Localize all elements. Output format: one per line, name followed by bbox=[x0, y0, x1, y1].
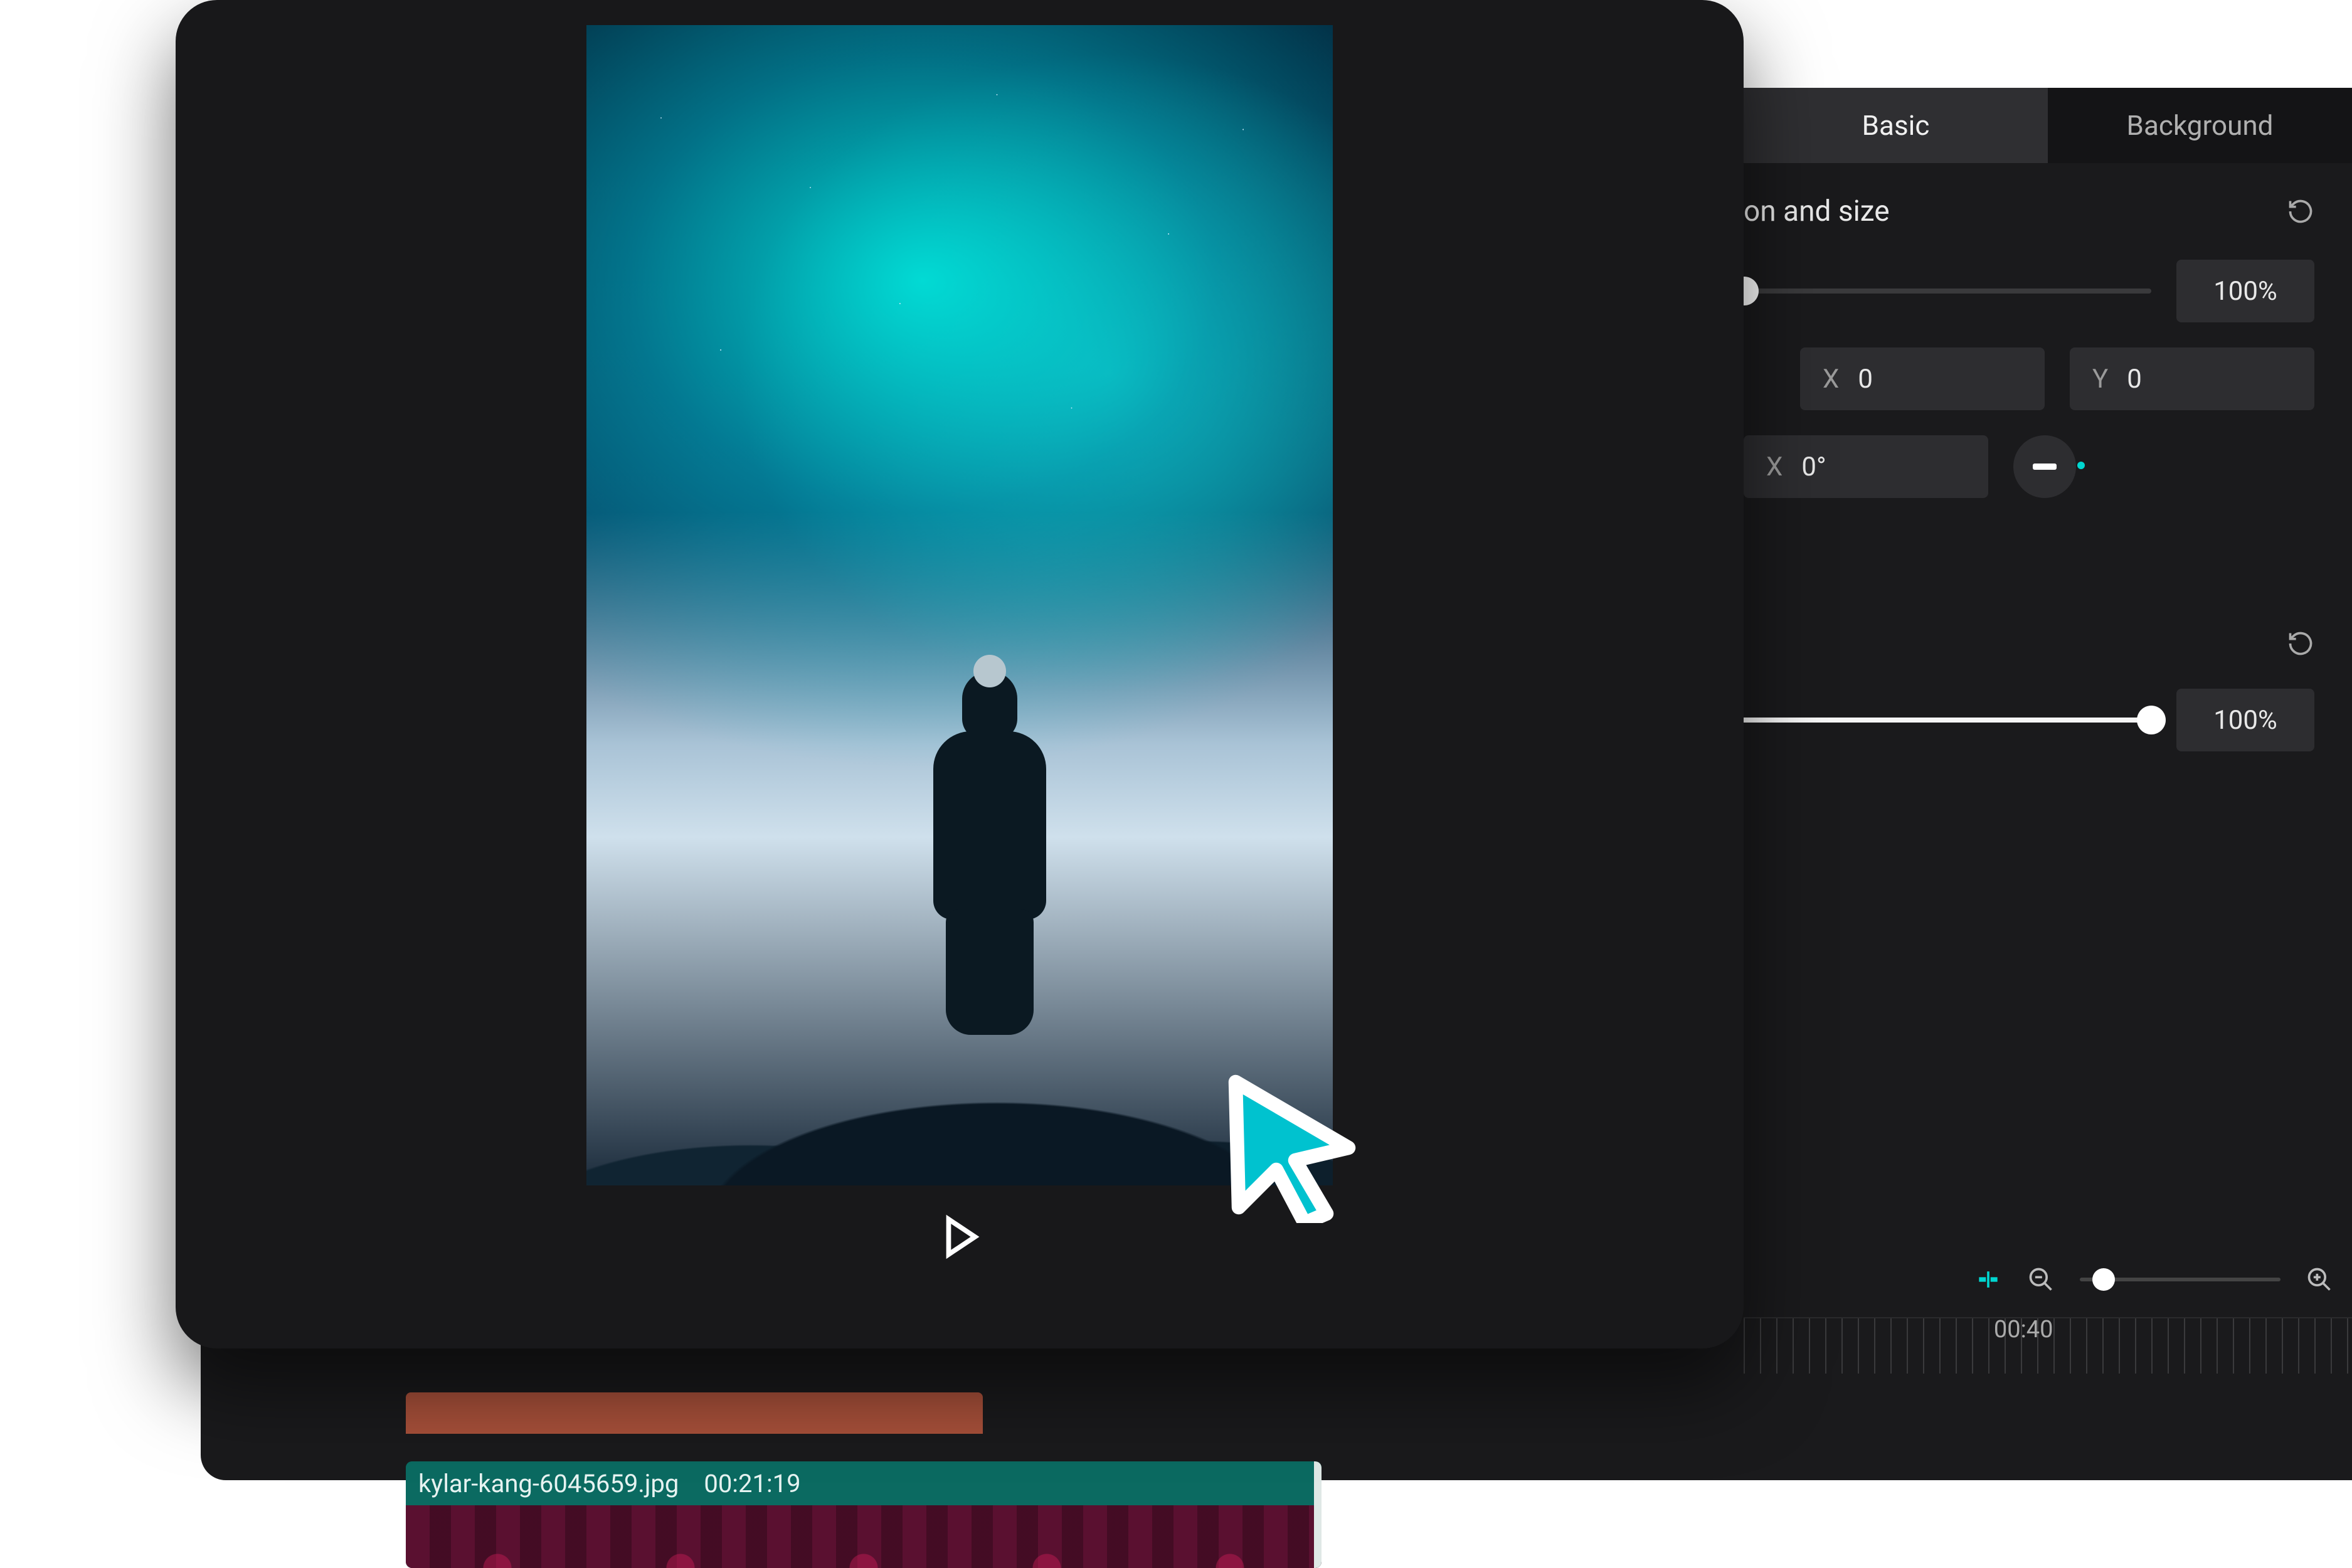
timeline-clip[interactable]: kylar-kang-6045659.jpg 00:21:19 bbox=[406, 1461, 1322, 1568]
scale-slider[interactable] bbox=[1719, 282, 2151, 300]
reset-icon[interactable] bbox=[2287, 630, 2314, 657]
scale-row: 100% bbox=[1719, 247, 2352, 335]
section-position-size-title: on and size bbox=[1744, 194, 1890, 228]
timeline-clip-header: kylar-kang-6045659.jpg 00:21:19 bbox=[406, 1461, 1322, 1505]
timeline-zoom-bar bbox=[1744, 1242, 2352, 1317]
rotation-row: X 0° bbox=[1744, 423, 2352, 511]
rotation-value: 0° bbox=[1801, 452, 1826, 482]
timeline-snap-icon[interactable] bbox=[1974, 1266, 2002, 1293]
inspector-panel: Basic Background on and size 100% X 0 Y … bbox=[1744, 88, 2352, 1392]
zoom-out-icon[interactable] bbox=[2027, 1266, 2055, 1293]
opacity-row: 100% bbox=[1719, 676, 2352, 764]
position-y-label: Y bbox=[2092, 364, 2108, 395]
position-x-field[interactable]: X 0 bbox=[1800, 347, 2045, 410]
reset-icon[interactable] bbox=[2287, 198, 2314, 225]
position-x-label: X bbox=[1823, 364, 1839, 395]
preview-canvas[interactable] bbox=[586, 25, 1333, 1185]
preview-image-subject bbox=[927, 671, 1052, 1022]
play-button-icon[interactable] bbox=[933, 1210, 986, 1263]
position-y-value: 0 bbox=[2127, 364, 2142, 395]
opacity-slider[interactable] bbox=[1719, 711, 2151, 729]
rotation-field[interactable]: X 0° bbox=[1744, 435, 1988, 498]
zoom-slider[interactable] bbox=[2080, 1270, 2280, 1289]
rotation-label: X bbox=[1766, 452, 1783, 482]
tab-basic[interactable]: Basic bbox=[1744, 88, 2048, 163]
aspect-lock-button[interactable] bbox=[2013, 435, 2076, 498]
opacity-value[interactable]: 100% bbox=[2176, 689, 2314, 751]
ruler-tick-label: 00:40 bbox=[1994, 1316, 2053, 1343]
clip-duration: 00:21:19 bbox=[704, 1469, 800, 1498]
cursor-pointer-icon bbox=[1210, 1066, 1367, 1223]
position-y-field[interactable]: Y 0 bbox=[2070, 347, 2314, 410]
clip-thumbnails bbox=[406, 1505, 1322, 1568]
section-position-size-header: on and size bbox=[1744, 163, 2352, 247]
tab-background[interactable]: Background bbox=[2048, 88, 2352, 163]
position-x-value: 0 bbox=[1858, 364, 1873, 395]
scale-value[interactable]: 100% bbox=[2176, 260, 2314, 322]
timeline-ruler[interactable]: 00:40 bbox=[1744, 1317, 2352, 1374]
zoom-in-icon[interactable] bbox=[2306, 1266, 2333, 1293]
clip-trim-handle[interactable] bbox=[1314, 1461, 1322, 1568]
timeline-track-overlay[interactable] bbox=[406, 1392, 983, 1434]
position-row: X 0 Y 0 bbox=[1744, 335, 2352, 423]
preview-window bbox=[176, 0, 1744, 1348]
inspector-tabs: Basic Background bbox=[1744, 88, 2352, 163]
clip-filename: kylar-kang-6045659.jpg bbox=[418, 1469, 679, 1498]
section-opacity-header bbox=[1744, 598, 2352, 676]
